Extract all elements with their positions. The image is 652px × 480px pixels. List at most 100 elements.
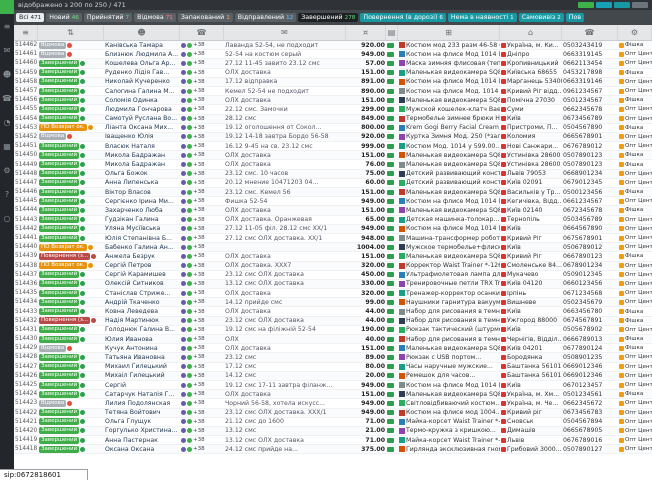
- topbar-chip-3[interactable]: [632, 2, 648, 8]
- product-cell[interactable]: Тренировочные петли TRX Train...: [398, 280, 500, 288]
- viber-icon[interactable]: [181, 89, 186, 94]
- table-row[interactable]: 514432Повернення (з...Надія Мартинюк+382…: [14, 317, 652, 326]
- viber-icon[interactable]: [181, 180, 186, 185]
- call-icon[interactable]: [187, 300, 192, 305]
- tab-повернення-в-дорозі-[interactable]: Повернення (в дорозі)6: [360, 13, 446, 22]
- status-badge[interactable]: Завершений: [39, 336, 79, 343]
- mail-icon[interactable]: ✉: [0, 38, 14, 62]
- status-badge[interactable]: Відмова: [39, 51, 66, 58]
- status-badge[interactable]: Повернення (з...: [39, 317, 90, 324]
- table-row[interactable]: 514430ЗавершенийЮлия Иванова+38ОЛХ40.00Н…: [14, 335, 652, 344]
- client-name[interactable]: Сергій Петров: [104, 262, 180, 270]
- client-name[interactable]: Кучук Антонина: [104, 344, 180, 352]
- topbar-chip-1[interactable]: [596, 2, 612, 8]
- call-icon[interactable]: [187, 98, 192, 103]
- product-cell[interactable]: Детский развивающий конст...: [398, 170, 500, 178]
- call-icon[interactable]: [187, 327, 192, 332]
- viber-icon[interactable]: [181, 208, 186, 213]
- table-row[interactable]: 514462ВідмоваКанівська Тамара+38Лаванда …: [14, 41, 652, 50]
- payment-column-header[interactable]: ▤: [386, 25, 398, 40]
- client-name[interactable]: Соломія Одинка: [104, 96, 180, 104]
- table-row[interactable]: 514439Повернення (з...Анжела Безрук+38ОЛ…: [14, 252, 652, 261]
- viber-icon[interactable]: [181, 171, 186, 176]
- status-badge[interactable]: Завершений: [39, 152, 79, 159]
- status-badge[interactable]: Відмова: [39, 400, 66, 407]
- product-cell[interactable]: Набор для рисования в темн...: [398, 307, 500, 315]
- clock-icon[interactable]: ◔: [0, 110, 14, 134]
- status-badge[interactable]: Завершений: [39, 418, 79, 425]
- table-row[interactable]: 514431ЗавершенийГолоднюк Галина В...+381…: [14, 326, 652, 335]
- city-column-header[interactable]: ⌂: [500, 25, 562, 40]
- viber-icon[interactable]: [181, 327, 186, 332]
- viber-icon[interactable]: [181, 355, 186, 360]
- call-icon[interactable]: [187, 447, 192, 452]
- client-name[interactable]: Людмила Гончарова: [104, 105, 180, 113]
- product-cell[interactable]: Krem Gogi Berry Facial Cream *-18...: [398, 124, 500, 132]
- viber-icon[interactable]: [181, 190, 186, 195]
- menu-icon[interactable]: ≡: [0, 14, 14, 38]
- status-badge[interactable]: Завершений: [39, 170, 79, 177]
- call-icon[interactable]: [187, 428, 192, 433]
- client-name[interactable]: Лилия Подолянская: [104, 399, 180, 407]
- status-badge[interactable]: Завершений: [39, 382, 79, 389]
- status-badge[interactable]: ПО Возврат ок.: [39, 124, 87, 131]
- product-cell[interactable]: Рюкзак тактический (штурмо...: [398, 326, 500, 334]
- viber-icon[interactable]: [181, 144, 186, 149]
- table-row[interactable]: 514453ПО Возврат ок.Ліанта Оксана Мих...…: [14, 124, 652, 133]
- table-row[interactable]: 514438ПО Возврат ок.Сергій Петров+38ОЛХ …: [14, 262, 652, 271]
- product-cell[interactable]: Набор для рисования в темн...: [398, 317, 500, 325]
- tab-новий[interactable]: Новий46: [46, 13, 82, 22]
- call-icon[interactable]: [187, 107, 192, 112]
- client-name[interactable]: Близнюк Людмила А...: [104, 50, 180, 58]
- client-name[interactable]: Віктор Власов: [104, 188, 180, 196]
- viber-icon[interactable]: [181, 226, 186, 231]
- product-cell[interactable]: Майка-корсет Waist Trainer *-1...: [398, 436, 500, 444]
- client-name[interactable]: Власюк Наталя: [104, 142, 180, 150]
- table-row[interactable]: 514428ЗавершенийТатьяна Ивановна+3823.12…: [14, 353, 652, 362]
- client-name[interactable]: Михаил Гилецький: [104, 363, 180, 371]
- client-name[interactable]: Ольга Глущук: [104, 418, 180, 426]
- call-icon[interactable]: [187, 373, 192, 378]
- status-badge[interactable]: Завершений: [39, 115, 79, 122]
- client-column-header[interactable]: ☻: [104, 25, 180, 40]
- client-name[interactable]: Сергій: [104, 381, 180, 389]
- call-icon[interactable]: [187, 89, 192, 94]
- viber-icon[interactable]: [181, 438, 186, 443]
- call-icon[interactable]: [187, 318, 192, 323]
- select-column-header[interactable]: ≡: [14, 25, 38, 40]
- call-icon[interactable]: [187, 144, 192, 149]
- client-name[interactable]: Станіслав Стриже...: [104, 289, 180, 297]
- status-badge[interactable]: Відмова: [39, 42, 66, 49]
- table-row[interactable]: 514440ПО Возврат ок.Бабенко Галина Ан...…: [14, 243, 652, 252]
- table-row[interactable]: 514459ЗавершенийРуденко Лідія Гав...+38О…: [14, 69, 652, 78]
- status-badge[interactable]: Завершений: [39, 225, 79, 232]
- status-badge[interactable]: Завершений: [39, 391, 79, 398]
- client-name[interactable]: Кошелева Ольга Ар...: [104, 59, 180, 67]
- status-badge[interactable]: Завершений: [39, 308, 79, 315]
- client-name[interactable]: Анна Пастернак: [104, 436, 180, 444]
- client-name[interactable]: Михаіл Гилецький: [104, 372, 180, 380]
- viber-icon[interactable]: [181, 107, 186, 112]
- status-badge[interactable]: ПО Возврат ок.: [39, 262, 87, 269]
- call-icon[interactable]: [187, 245, 192, 250]
- call-icon[interactable]: [187, 180, 192, 185]
- call-icon[interactable]: [187, 153, 192, 158]
- table-row[interactable]: 514435ЗавершенийСтаніслав Стриже...+38ОЛ…: [14, 289, 652, 298]
- call-icon[interactable]: [187, 43, 192, 48]
- status-badge[interactable]: Завершений: [39, 189, 79, 196]
- status-badge[interactable]: Завершений: [39, 409, 79, 416]
- tab-відмова[interactable]: Відмова71: [134, 13, 176, 22]
- table-row[interactable]: 514421ЗавершенийОльга Глущук+3821.12 смс…: [14, 418, 652, 427]
- table-row[interactable]: 514458ЗавершенийНиколай Кучеренко+3817.1…: [14, 78, 652, 87]
- client-name[interactable]: Самотуй Руслана Во...: [104, 115, 180, 123]
- table-row[interactable]: 514433ЗавершенийКовна Леведева+38ОЛХ дос…: [14, 307, 652, 316]
- product-cell[interactable]: Набор для рисования в темн...: [398, 335, 500, 343]
- call-icon[interactable]: [187, 291, 192, 296]
- table-row[interactable]: 514449ЗавершенийМикола Бадражан+38ОЛХ до…: [14, 160, 652, 169]
- tab-всі[interactable]: Всі471: [16, 13, 44, 22]
- table-row[interactable]: 514447ЗавершенийАнна Липенська+3820.12 м…: [14, 179, 652, 188]
- client-name[interactable]: Анжела Безрук: [104, 252, 180, 260]
- product-cell[interactable]: Мужской кошелек-клатч Baell...: [398, 105, 500, 113]
- table-row[interactable]: 514423ВідмоваЛилия Подолянская+38Чорний …: [14, 399, 652, 408]
- product-cell[interactable]: Світловідбиваючий костюм...: [398, 399, 500, 407]
